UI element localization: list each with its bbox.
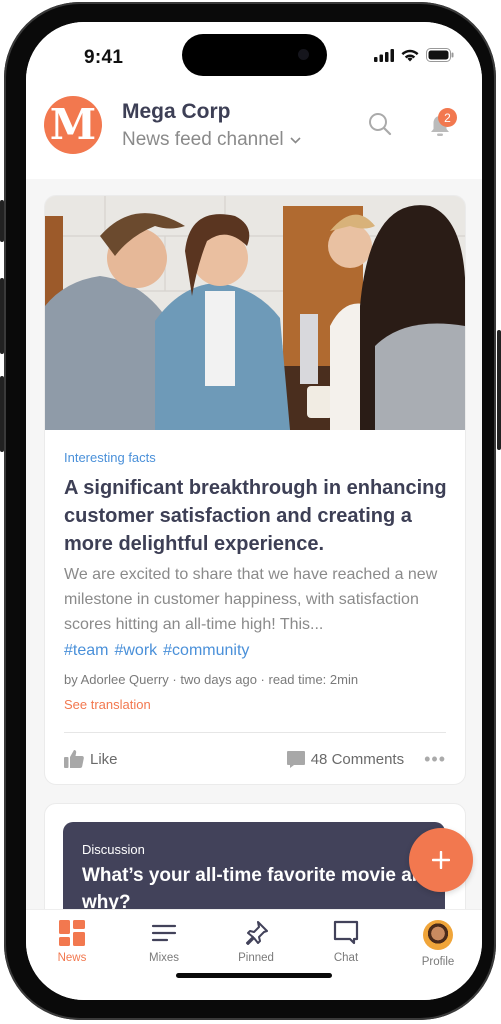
avatar: [423, 920, 453, 950]
news-feed[interactable]: Interesting facts A significant breakthr…: [26, 179, 482, 912]
power-button: [497, 330, 501, 450]
post-meta: by Adorlee Querry · two days ago · read …: [64, 672, 359, 687]
divider: [64, 732, 446, 733]
thumbs-up-icon: [64, 750, 84, 768]
channel-name: News feed channel: [122, 129, 284, 150]
screen: 9:41 M Mega Corp News feed channel 2 Int…: [26, 22, 482, 1000]
chevron-down-icon: [290, 136, 301, 144]
like-button[interactable]: Like: [64, 750, 118, 768]
more-options-icon[interactable]: •••: [424, 749, 446, 770]
lines-icon: [151, 924, 177, 942]
tab-label: News: [57, 952, 87, 964]
tab-chat[interactable]: Chat: [311, 920, 381, 964]
post-category[interactable]: Interesting facts: [64, 450, 156, 465]
tab-news[interactable]: News: [37, 920, 107, 964]
tab-pinned[interactable]: Pinned: [221, 920, 291, 964]
create-post-button[interactable]: [409, 828, 473, 892]
status-time: 9:41: [84, 47, 124, 68]
tab-label: Pinned: [238, 952, 274, 964]
tag-link[interactable]: #community: [163, 642, 249, 660]
post-excerpt: We are excited to share that we have rea…: [64, 566, 438, 633]
tab-mixes[interactable]: Mixes: [129, 920, 199, 964]
tag-link[interactable]: #work: [114, 642, 157, 660]
phone-frame: 9:41 M Mega Corp News feed channel 2 Int…: [4, 2, 496, 1020]
discussion-category: Discussion: [82, 842, 145, 857]
app-header: M Mega Corp News feed channel 2: [26, 84, 482, 179]
discussion-title: What’s your all-time favorite movie and …: [82, 865, 435, 912]
tag-link[interactable]: #team: [64, 642, 108, 660]
company-logo[interactable]: M: [44, 96, 102, 154]
comments-count: 48 Comments: [310, 750, 405, 768]
tab-label: Chat: [333, 952, 359, 964]
see-translation-link[interactable]: See translation: [64, 697, 151, 712]
photo-illustration: [45, 196, 465, 430]
post-card[interactable]: Interesting facts A significant breakthr…: [44, 195, 466, 785]
notification-badge: 2: [438, 108, 457, 127]
camera-icon: [298, 49, 309, 60]
home-indicator[interactable]: [176, 973, 332, 978]
post-actions: Like 48 Comments •••: [64, 746, 446, 772]
grid-icon: [59, 920, 85, 946]
company-name: Mega Corp: [122, 100, 231, 123]
search-icon[interactable]: [368, 112, 392, 136]
post-tags: #team #work #community: [64, 642, 249, 660]
tab-label: Mixes: [148, 952, 180, 964]
like-label: Like: [90, 750, 118, 768]
channel-selector[interactable]: News feed channel: [122, 129, 301, 151]
battery-icon: [426, 48, 454, 62]
post-title[interactable]: A significant breakthrough in enhancing …: [64, 474, 449, 558]
status-bar: 9:41: [26, 22, 482, 84]
tab-profile[interactable]: Profile: [403, 920, 473, 968]
post-image[interactable]: [45, 196, 465, 430]
discussion-banner[interactable]: Discussion What’s your all-time favorite…: [63, 822, 445, 912]
comment-icon: [286, 750, 305, 768]
pin-icon: [246, 921, 268, 945]
dynamic-island: [182, 34, 327, 76]
comments-button[interactable]: 48 Comments: [286, 750, 405, 768]
wifi-icon: [401, 49, 419, 61]
tab-label: Profile: [421, 956, 455, 968]
bottom-tab-bar: News Mixes Pinned Chat Profile: [26, 909, 482, 1000]
chat-icon: [333, 920, 359, 945]
discussion-card[interactable]: Discussion What’s your all-time favorite…: [44, 803, 466, 912]
signal-icon: [374, 48, 394, 62]
plus-icon: [432, 851, 450, 869]
